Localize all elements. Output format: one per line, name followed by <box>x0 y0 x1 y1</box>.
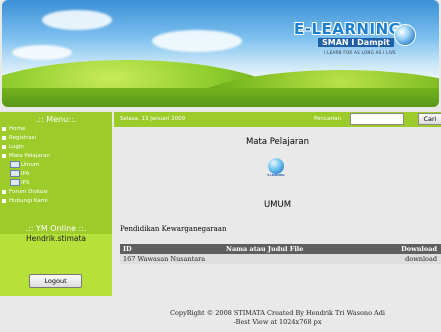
logout-button[interactable]: Logout <box>29 274 82 288</box>
site-logo: E-LEARNING SMAN I Dampit I LEARN FOR AS … <box>294 20 416 60</box>
copyright-text: CopyRight © 2008 STIMATA Created By Hend… <box>170 309 385 317</box>
bullet-icon <box>2 135 6 140</box>
main-content: Mata Pelajaran E-LEARNING UMUM Pendidika… <box>114 127 441 332</box>
hill-decoration <box>2 88 439 107</box>
logo-tagline: I LEARN FOR AS LONG AS I LIVE <box>324 50 397 55</box>
globe-icon <box>394 24 416 46</box>
sidebar-item-mata-pelajaran[interactable]: Mata Pelajaran <box>2 152 50 160</box>
top-bar: Selasa, 13 Januari 2009 Pencarian Cari <box>114 112 441 127</box>
logo-school-name: SMAN I Dampit <box>318 38 394 47</box>
sidebar-subitem-label: Umum <box>21 162 40 168</box>
header-banner: E-LEARNING SMAN I Dampit I LEARN FOR AS … <box>2 0 439 107</box>
sidebar-item-label: Mata Pelajaran <box>9 153 50 159</box>
sidebar-subitem-umum[interactable]: Umum <box>10 161 39 169</box>
sidebar-item-label: Registrasi <box>9 135 37 141</box>
file-id: 167 <box>123 255 136 263</box>
ym-online-panel: Hendrik.stimata Logout <box>0 234 112 296</box>
sidebar-subitem-ips[interactable]: IPS <box>10 179 29 187</box>
globe-icon <box>268 158 284 174</box>
cloud-decoration <box>152 30 242 52</box>
page-title: Mata Pelajaran <box>245 137 310 147</box>
footer: CopyRight © 2008 STIMATA Created By Hend… <box>114 309 441 327</box>
sidebar-item-label: Home <box>9 126 26 132</box>
sidebar-subitem-label: IPS <box>21 180 30 186</box>
sidebar-item-home[interactable]: Home <box>2 125 25 133</box>
best-view-text: -Best View at 1024x768 px <box>233 318 322 326</box>
table-row: 167 Wawasan Nusantara download <box>120 254 441 264</box>
icon-label: E-LEARNING <box>267 174 285 177</box>
folder-icon <box>10 179 20 186</box>
subject-title: Pendidikan Kewarganegaraan <box>120 225 227 233</box>
sidebar-item-registrasi[interactable]: Registrasi <box>2 134 36 142</box>
sidebar-item-label: Hubungi Kami <box>9 198 48 204</box>
sidebar-subitem-ipa[interactable]: IPA <box>10 170 29 178</box>
file-name: Wawasan Nusantara <box>137 255 206 263</box>
bullet-icon <box>2 153 6 158</box>
bullet-icon <box>2 198 6 203</box>
sidebar-item-login[interactable]: Login <box>2 143 24 151</box>
cell-id: 167 Wawasan Nusantara <box>123 255 205 263</box>
sidebar-item-label: Forum Diskusi <box>9 189 48 195</box>
folder-icon <box>10 161 20 168</box>
sidebar-item-label: Login <box>9 144 24 150</box>
ym-user-link[interactable]: Hendrik.stimata <box>0 234 112 243</box>
column-header-id: ID <box>123 245 132 253</box>
sidebar-item-forum-diskusi[interactable]: Forum Diskusi <box>2 188 48 196</box>
search-label: Pencarian <box>314 116 342 122</box>
search-button[interactable]: Cari <box>418 113 441 125</box>
sidebar-item-hubungi-kami[interactable]: Hubungi Kami <box>2 197 48 205</box>
cloud-decoration <box>42 10 112 30</box>
e-learning-icon: E-LEARNING <box>266 158 286 180</box>
bullet-icon <box>2 189 6 194</box>
current-date: Selasa, 13 Januari 2009 <box>120 116 186 122</box>
sidebar-subitem-label: IPA <box>21 171 30 177</box>
table-header: ID Nama atau Judul File Download <box>120 244 441 254</box>
bullet-icon <box>2 126 6 131</box>
column-header-download: Download <box>401 245 437 253</box>
ym-online-heading: .:: YM Online ::. <box>0 224 112 234</box>
search-input[interactable] <box>350 113 404 125</box>
file-table: ID Nama atau Judul File Download 167 Waw… <box>120 244 441 264</box>
category-title: UMUM <box>263 200 292 210</box>
sidebar-menu: Home Registrasi Login Mata Pelajaran Umu… <box>0 125 112 224</box>
cloud-decoration <box>12 45 72 60</box>
logo-title: E-LEARNING <box>294 20 402 38</box>
column-header-name: Nama atau Judul File <box>226 245 304 253</box>
download-link[interactable]: download <box>405 255 437 263</box>
bullet-icon <box>2 144 6 149</box>
folder-icon <box>10 170 20 177</box>
